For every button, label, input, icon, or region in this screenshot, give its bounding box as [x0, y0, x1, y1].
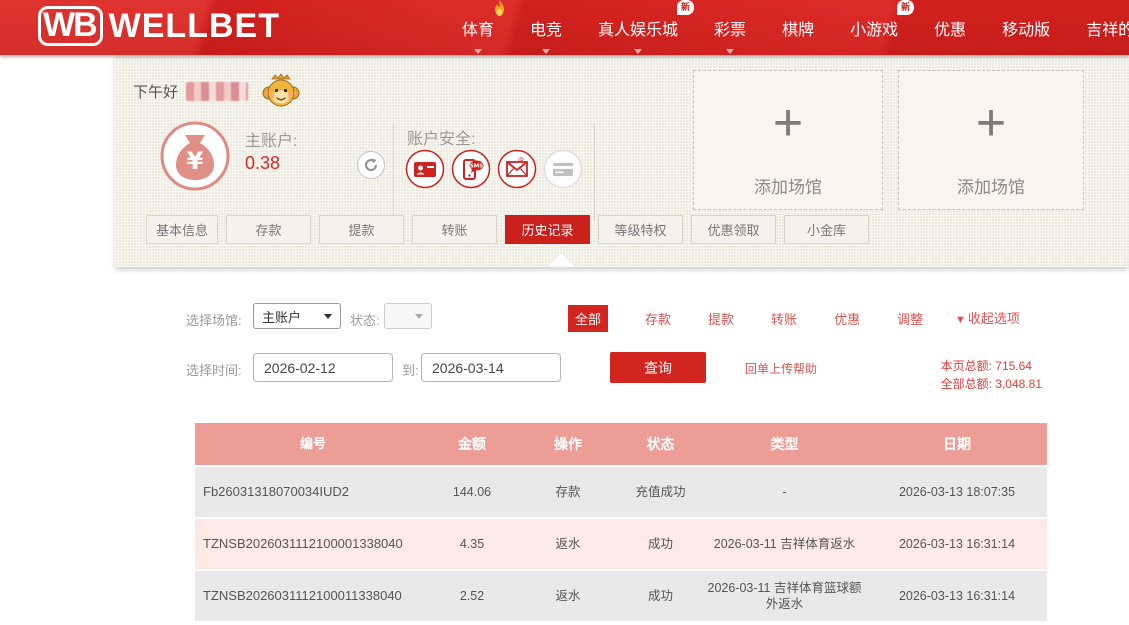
transaction-type-filters: 全部 存款 提款 转账 优惠 调整 [568, 305, 923, 332]
table-row: Fb26031318070034IUD2 144.06 存款 充值成功 - 20… [195, 467, 1047, 517]
main-account-label: 主账户: [245, 127, 297, 151]
refresh-icon [363, 157, 379, 173]
nav-menu: 体育 电竞 真人娱乐城 新 彩票 棋牌 [462, 0, 1129, 55]
chevron-down-icon [415, 314, 423, 319]
nav-item-esports[interactable]: 电竞 [530, 16, 562, 40]
nav-item-jixiang[interactable]: 吉祥的 [1086, 16, 1129, 40]
tab-history[interactable]: 历史记录 [505, 215, 590, 244]
sms-phone-icon[interactable]: SMS [451, 149, 491, 189]
header-status: 状态 [619, 423, 702, 465]
account-tabs: 基本信息 存款 提款 转账 历史记录 等级特权 优惠领取 小金库 [146, 215, 869, 244]
account-panel: 下午好 ¥ [115, 55, 1129, 267]
hot-flame-icon [493, 0, 506, 17]
logo-text: WELLBET [109, 7, 280, 46]
status-select-label: 状态: [350, 310, 380, 329]
logo-mark-icon: WB [38, 6, 103, 46]
divider [594, 123, 595, 221]
grand-total-value: 3,048.81 [995, 377, 1042, 391]
tab-level-privileges[interactable]: 等级特权 [598, 215, 683, 244]
new-badge: 新 [897, 0, 914, 15]
svg-text:@: @ [518, 157, 524, 164]
grand-total: 全部总额: 3,048.81 [941, 375, 1042, 393]
id-card-icon[interactable] [405, 149, 445, 189]
date-to-input[interactable] [421, 353, 561, 382]
divider [393, 123, 394, 221]
filter-all[interactable]: 全部 [568, 305, 608, 332]
status-select[interactable] [384, 303, 432, 329]
nav-item-promotions[interactable]: 优惠 [934, 16, 966, 40]
nav-item-sports[interactable]: 体育 [462, 16, 494, 40]
bank-card-icon[interactable] [543, 149, 583, 189]
add-venue-card[interactable]: + 添加场馆 [898, 70, 1084, 210]
plus-icon: + [899, 97, 1083, 149]
table-row: TZNSB2026031112100001338040 4.35 返水 成功 2… [195, 519, 1047, 569]
tab-withdraw[interactable]: 提款 [319, 215, 404, 244]
svg-text:SMS: SMS [470, 164, 483, 170]
plus-icon: + [694, 97, 882, 149]
page-total-value: 715.64 [995, 359, 1032, 373]
chevron-down-icon [474, 49, 482, 54]
greeting-text: 下午好 [133, 81, 178, 102]
venue-select-value: 主账户 [262, 307, 301, 326]
nav-item-mini-games[interactable]: 小游戏 新 [850, 16, 898, 40]
collapse-options-button[interactable]: ▼收起选项 [955, 308, 1020, 327]
totals: 本页总额: 715.64 全部总额: 3,048.81 [941, 357, 1042, 393]
tab-deposit[interactable]: 存款 [226, 215, 311, 244]
email-icon[interactable]: @ [497, 149, 537, 189]
add-venue-label: 添加场馆 [899, 173, 1083, 198]
monkey-avatar [262, 73, 300, 109]
chevron-down-icon [634, 49, 642, 54]
nav-item-lottery[interactable]: 彩票 [714, 16, 746, 40]
date-from-input[interactable] [253, 353, 393, 382]
time-select-label: 选择时间: [186, 360, 242, 379]
chevron-down-icon [726, 49, 734, 54]
history-table: 编号 金额 操作 状态 类型 日期 Fb26031318070034IUD2 1… [195, 423, 1047, 623]
wellbet-logo[interactable]: WB WELLBET [38, 6, 280, 46]
receipt-upload-help-link[interactable]: 回单上传帮助 [745, 360, 817, 377]
tab-promo-claim[interactable]: 优惠领取 [691, 215, 776, 244]
new-badge: 新 [677, 0, 694, 15]
filter-deposit[interactable]: 存款 [645, 309, 671, 328]
triangle-down-icon: ▼ [955, 314, 966, 326]
money-bag-icon: ¥ [160, 121, 230, 191]
table-row: TZNSB2026031112100011338040 2.52 返水 成功 2… [195, 571, 1047, 621]
header-operation: 操作 [517, 423, 619, 465]
username-blurred [186, 82, 248, 101]
nav-item-live-casino[interactable]: 真人娱乐城 新 [598, 16, 678, 40]
chevron-down-icon [324, 314, 332, 319]
filter-promo[interactable]: 优惠 [834, 309, 860, 328]
greeting: 下午好 [133, 73, 300, 109]
add-venue-card[interactable]: + 添加场馆 [693, 70, 883, 210]
svg-text:¥: ¥ [187, 147, 204, 175]
filter-adjustment[interactable]: 调整 [897, 309, 923, 328]
add-venue-label: 添加场馆 [694, 173, 882, 198]
account-security-label: 账户安全: [407, 125, 475, 149]
header-date: 日期 [867, 423, 1047, 465]
venue-select[interactable]: 主账户 [253, 303, 341, 329]
page-total: 本页总额: 715.64 [941, 357, 1042, 375]
nav-item-board-games[interactable]: 棋牌 [782, 16, 814, 40]
venue-select-label: 选择场馆: [186, 310, 242, 329]
filter-transfer[interactable]: 转账 [771, 309, 797, 328]
top-nav: WB WELLBET 体育 电竞 真人娱乐城 新 彩票 [0, 0, 1129, 55]
tab-vault[interactable]: 小金库 [784, 215, 869, 244]
filter-withdraw[interactable]: 提款 [708, 309, 734, 328]
tab-basic-info[interactable]: 基本信息 [146, 215, 218, 244]
page: WB WELLBET 体育 电竞 真人娱乐城 新 彩票 [0, 0, 1129, 625]
table-header-row: 编号 金额 操作 状态 类型 日期 [195, 423, 1047, 465]
to-label: 到: [402, 360, 419, 379]
tab-transfer[interactable]: 转账 [412, 215, 497, 244]
nav-item-mobile[interactable]: 移动版 [1002, 16, 1050, 40]
header-id: 编号 [195, 423, 427, 465]
security-icons: SMS @ [405, 149, 583, 189]
main-account-balance: 0.38 [245, 153, 280, 174]
header-type: 类型 [702, 423, 867, 465]
chevron-down-icon [542, 49, 550, 54]
active-tab-pointer [547, 254, 575, 267]
refresh-balance-button[interactable] [357, 151, 385, 179]
header-amount: 金额 [427, 423, 517, 465]
query-button[interactable]: 查询 [610, 352, 706, 383]
